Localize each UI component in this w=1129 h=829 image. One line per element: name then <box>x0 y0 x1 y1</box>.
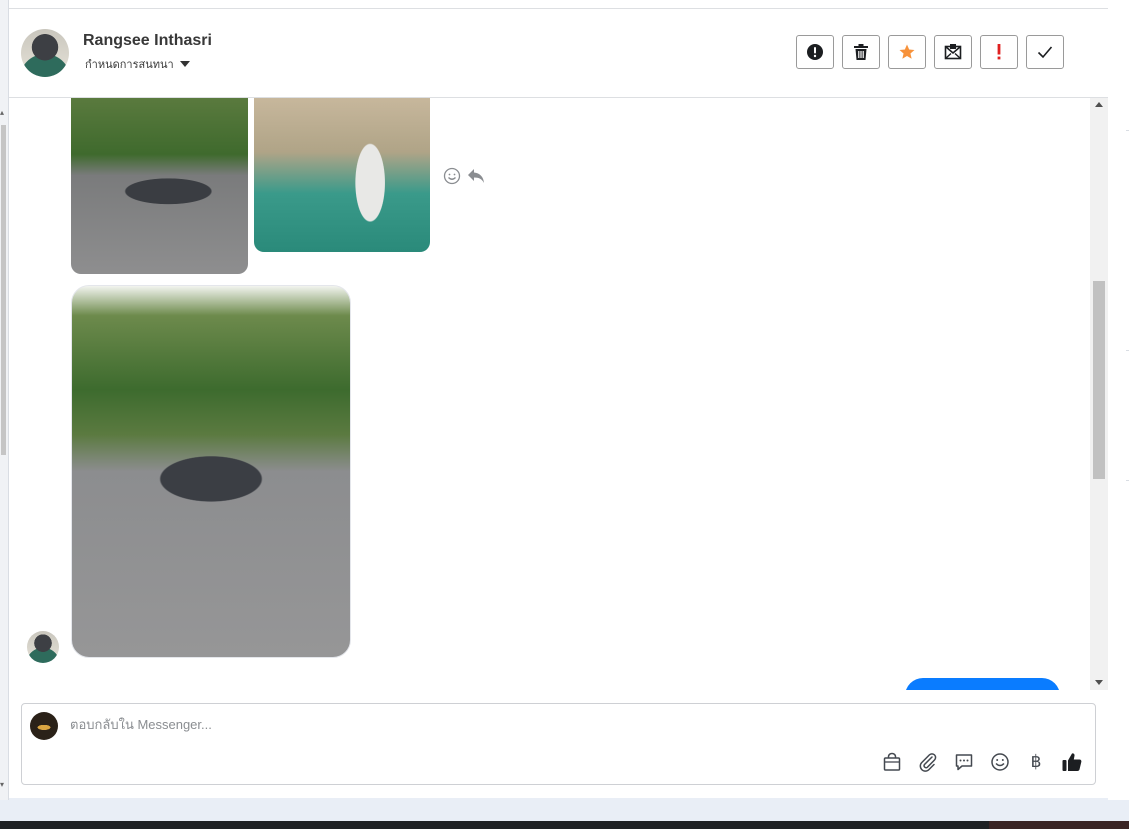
done-button[interactable] <box>1026 35 1064 69</box>
left-scroll-down-arrow[interactable]: ▾ <box>0 780 4 789</box>
report-button[interactable] <box>796 35 834 69</box>
contact-avatar[interactable] <box>21 29 69 77</box>
envelope-icon <box>944 44 962 60</box>
reply-composer: ฿ <box>21 703 1096 785</box>
composer-toolbar: ฿ <box>881 751 1083 773</box>
scroll-up-arrow-icon[interactable] <box>1095 102 1103 107</box>
left-scrollbar-thumb[interactable] <box>1 125 6 455</box>
sender-avatar <box>27 631 59 663</box>
right-panel-edge <box>1108 0 1129 800</box>
emoji-reaction-icon[interactable] <box>443 167 461 185</box>
reply-input[interactable] <box>70 717 870 732</box>
contact-name[interactable]: Rangsee Inthasri <box>83 32 212 50</box>
caret-down-icon <box>179 61 190 67</box>
delete-button[interactable] <box>842 35 880 69</box>
scrollbar-thumb[interactable] <box>1093 281 1105 479</box>
star-button[interactable] <box>888 35 926 69</box>
chat-setting-label: กำหนดการสนทนา <box>85 59 174 71</box>
exclamation-icon <box>997 44 1001 60</box>
emoji-button[interactable] <box>989 751 1011 773</box>
saved-reply-icon <box>955 754 973 771</box>
car-photo[interactable] <box>71 98 248 274</box>
attach-button[interactable] <box>917 751 939 773</box>
message-list[interactable] <box>9 98 1090 690</box>
paperclip-icon <box>919 753 937 772</box>
trash-icon <box>854 44 868 60</box>
important-button[interactable] <box>980 35 1018 69</box>
thumbs-up-icon <box>1062 753 1082 771</box>
check-icon <box>1037 46 1053 59</box>
header-actions <box>796 35 1064 69</box>
shopping-bag-button[interactable] <box>881 751 903 773</box>
payment-button[interactable]: ฿ <box>1025 751 1047 773</box>
conversation-panel: Rangsee Inthasri กำหนดการสนทนา ตอบกลับใน… <box>9 0 1108 798</box>
reply-icon[interactable] <box>467 168 485 184</box>
left-scroll-up-arrow[interactable]: ▴ <box>0 108 4 117</box>
star-icon <box>899 44 915 59</box>
taskbar <box>0 821 1129 829</box>
chat-setting-dropdown[interactable]: กำหนดการสนทนา <box>85 55 190 73</box>
person-at-lake-photo[interactable] <box>254 98 430 252</box>
shopping-bag-icon <box>883 752 901 771</box>
car-photo[interactable] <box>71 285 351 658</box>
conversation-header: Rangsee Inthasri กำหนดการสนทนา <box>9 9 1108 98</box>
like-button[interactable] <box>1061 751 1083 773</box>
outgoing-message-bubble[interactable] <box>905 678 1060 690</box>
scroll-down-arrow-icon[interactable] <box>1095 680 1103 685</box>
mark-unread-button[interactable] <box>934 35 972 69</box>
page-avatar <box>30 712 58 740</box>
emoji-icon <box>991 753 1009 771</box>
message-list-scrollbar[interactable] <box>1090 98 1108 690</box>
baht-icon: ฿ <box>1030 752 1042 771</box>
taskbar-accent <box>989 821 1129 829</box>
exclamation-circle-icon <box>807 44 823 60</box>
saved-reply-button[interactable] <box>953 751 975 773</box>
